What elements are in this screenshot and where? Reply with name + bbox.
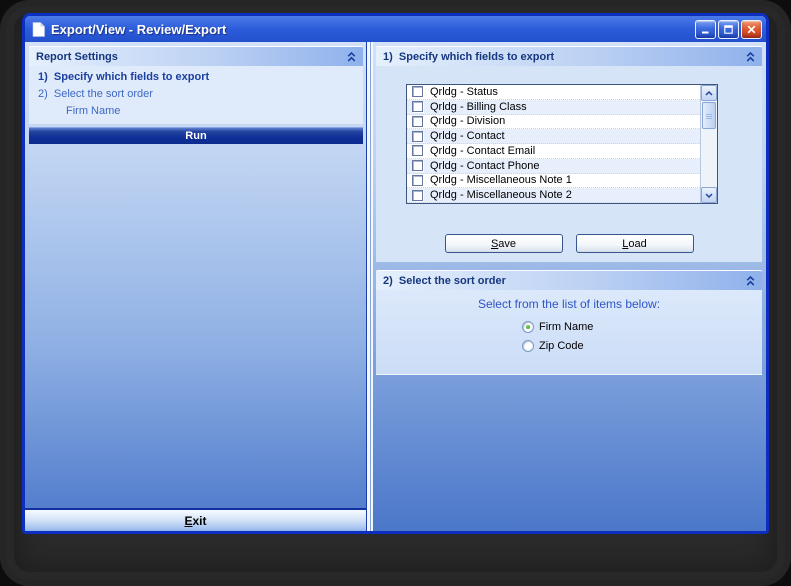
fields-panel: Qrldg - Status Qrldg - Billing Class Qrl… [376,66,762,262]
close-button[interactable] [741,20,762,39]
sort-options: Firm Name Zip Code [522,321,762,352]
maximize-icon [724,25,733,34]
export-view-window: Export/View - Review/Export [22,13,769,534]
field-checkbox[interactable] [412,131,423,142]
selected-sort-label: Firm Name [29,103,363,120]
sort-panel-header-label: 2) Select the sort order [383,275,506,287]
document-icon [32,22,45,37]
left-panel-background [29,144,363,508]
radio-option[interactable]: Zip Code [522,340,762,352]
field-label: Qrldg - Contact Email [430,145,535,157]
close-icon [747,25,756,34]
field-row[interactable]: Qrldg - Miscellaneous Note 2 [407,188,700,203]
window-title: Export/View - Review/Export [51,22,226,37]
field-row[interactable]: Qrldg - Division [407,115,700,130]
titlebar[interactable]: Export/View - Review/Export [25,16,766,42]
field-row[interactable]: Qrldg - Contact Phone [407,159,700,174]
fields-listbox: Qrldg - Status Qrldg - Billing Class Qrl… [406,84,718,204]
radio-label: Zip Code [539,340,584,352]
field-checkbox[interactable] [412,160,423,171]
field-checkbox[interactable] [412,175,423,186]
field-checkbox[interactable] [412,86,423,97]
fields-list: Qrldg - Status Qrldg - Billing Class Qrl… [407,85,700,203]
field-label: Qrldg - Miscellaneous Note 2 [430,189,572,201]
report-settings-header: Report Settings [29,46,363,66]
sort-prompt: Select from the list of items below: [376,297,762,311]
radio-control[interactable] [522,340,534,352]
collapse-chevron-icon [746,276,755,286]
scroll-down-icon [705,193,713,198]
collapse-chevron-icon [347,52,356,62]
collapse-button[interactable] [347,52,356,62]
step-item-2[interactable]: 2) Select the sort order [29,86,363,103]
save-button[interactable]: Save [445,234,563,253]
field-row[interactable]: Qrldg - Miscellaneous Note 1 [407,174,700,189]
maximize-button[interactable] [718,20,739,39]
run-button[interactable]: Run [29,127,363,144]
scroll-up-button[interactable] [701,85,717,101]
field-label: Qrldg - Contact [430,130,505,142]
report-settings-panel: Report Settings 1) Specify which fields … [25,42,366,531]
fields-panel-header: 1) Specify which fields to export [376,46,762,66]
exit-button[interactable]: Exit [25,511,366,531]
right-panel-background [376,375,762,531]
report-settings-header-label: Report Settings [36,51,118,63]
panel-gap [376,262,762,270]
panel-divider [366,42,373,531]
radio-option[interactable]: Firm Name [522,321,762,333]
steps-list: 1) Specify which fields to export 2) Sel… [29,66,363,124]
load-button[interactable]: Load [576,234,694,253]
field-row[interactable]: Qrldg - Billing Class [407,100,700,115]
fields-panel-header-label: 1) Specify which fields to export [383,51,554,63]
field-checkbox[interactable] [412,145,423,156]
step-item-1[interactable]: 1) Specify which fields to export [29,69,363,86]
sort-panel: Select from the list of items below: Fir… [376,290,762,375]
radio-control[interactable] [522,321,534,333]
field-label: Qrldg - Miscellaneous Note 1 [430,174,572,186]
field-checkbox[interactable] [412,101,423,112]
field-checkbox[interactable] [412,116,423,127]
field-label: Qrldg - Contact Phone [430,160,539,172]
field-row[interactable]: Qrldg - Contact [407,129,700,144]
field-checkbox[interactable] [412,190,423,201]
fields-collapse-button[interactable] [746,52,755,62]
right-panel: 1) Specify which fields to export Qrldg [373,42,766,531]
radio-label: Firm Name [539,321,593,333]
collapse-chevron-icon [746,52,755,62]
scrollbar[interactable] [700,85,717,203]
sort-panel-header: 2) Select the sort order [376,270,762,290]
scroll-thumb[interactable] [702,102,716,129]
scroll-up-icon [705,91,713,96]
radio-dot [526,325,530,329]
minimize-button[interactable] [695,20,716,39]
field-label: Qrldg - Billing Class [430,101,527,113]
field-row[interactable]: Qrldg - Contact Email [407,144,700,159]
field-label: Qrldg - Division [430,115,505,127]
field-label: Qrldg - Status [430,86,498,98]
scroll-down-button[interactable] [701,187,717,203]
minimize-icon [701,25,710,34]
field-row[interactable]: Qrldg - Status [407,85,700,100]
sort-collapse-button[interactable] [746,276,755,286]
